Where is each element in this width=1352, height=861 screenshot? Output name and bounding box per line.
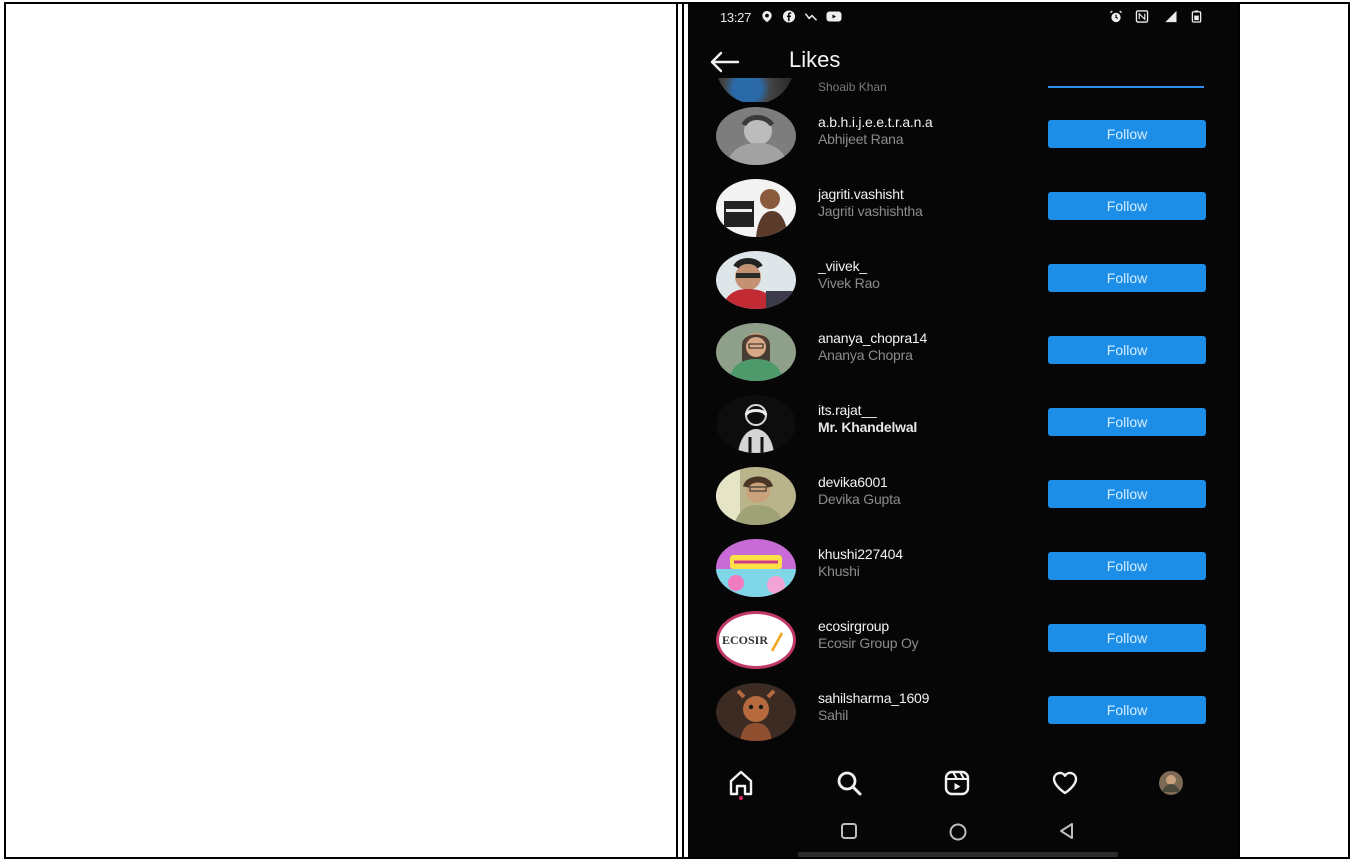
list-item[interactable]: devika6001 Devika Gupta Follow bbox=[688, 462, 1238, 534]
list-item[interactable]: ECOSIR ecosirgroup Ecosir Group Oy Follo… bbox=[688, 606, 1238, 678]
username[interactable]: khushi227404 bbox=[818, 546, 903, 562]
list-item[interactable]: its.rajat__ Mr. Khandelwal Follow bbox=[688, 390, 1238, 462]
follow-button[interactable]: Follow bbox=[1048, 192, 1206, 220]
recents-button[interactable] bbox=[840, 822, 858, 840]
list-item-partial[interactable]: Shoaib Khan bbox=[688, 78, 1238, 102]
gesture-bar bbox=[798, 852, 1118, 857]
avatar[interactable] bbox=[716, 179, 796, 237]
bottom-navigation bbox=[688, 762, 1238, 806]
username[interactable]: ecosirgroup bbox=[818, 618, 889, 634]
reels-icon[interactable] bbox=[942, 768, 972, 798]
username[interactable]: a.b.h.i.j.e.e.t.r.a.n.a bbox=[818, 114, 933, 130]
follow-button[interactable]: Follow bbox=[1048, 480, 1206, 508]
page-title: Likes bbox=[789, 47, 841, 72]
list-item[interactable]: ananya_chopra14 Ananya Chopra Follow bbox=[688, 318, 1238, 390]
fullname: Sahil bbox=[818, 707, 849, 723]
avatar[interactable] bbox=[716, 395, 796, 453]
home-active-dot bbox=[739, 796, 743, 800]
system-navigation bbox=[688, 810, 1238, 852]
avatar[interactable] bbox=[716, 683, 796, 741]
table-divider bbox=[1238, 4, 1240, 857]
table-divider bbox=[682, 4, 684, 857]
fullname: Vivek Rao bbox=[818, 275, 880, 291]
avatar[interactable] bbox=[716, 539, 796, 597]
follow-button[interactable]: Follow bbox=[1048, 624, 1206, 652]
heart-icon[interactable] bbox=[1050, 768, 1080, 798]
follow-button[interactable]: Follow bbox=[1048, 264, 1206, 292]
fullname: Ecosir Group Oy bbox=[818, 635, 919, 651]
back-button[interactable] bbox=[1058, 822, 1076, 840]
battery-icon bbox=[1191, 10, 1202, 23]
avatar-ecosir-logo[interactable]: ECOSIR bbox=[716, 611, 796, 669]
search-icon[interactable] bbox=[834, 768, 864, 798]
username[interactable]: _viivek_ bbox=[818, 258, 867, 274]
likes-list: a.b.h.i.j.e.e.t.r.a.n.a Abhijeet Rana Fo… bbox=[688, 102, 1238, 750]
list-item[interactable]: _viivek_ Vivek Rao Follow bbox=[688, 246, 1238, 318]
status-bar: 13:27 bbox=[688, 4, 1238, 32]
facebook-icon bbox=[782, 10, 796, 23]
fullname: Devika Gupta bbox=[818, 491, 901, 507]
missed-call-icon bbox=[804, 13, 818, 21]
username[interactable]: its.rajat__ bbox=[818, 402, 877, 418]
follow-button-partial[interactable] bbox=[1048, 86, 1204, 88]
ecosir-logo-text: ECOSIR bbox=[722, 633, 768, 647]
back-arrow-icon[interactable] bbox=[708, 48, 742, 76]
follow-button[interactable]: Follow bbox=[1048, 120, 1206, 148]
list-item[interactable]: jagriti.vashisht Jagriti vashishtha Foll… bbox=[688, 174, 1238, 246]
fullname: Abhijeet Rana bbox=[818, 131, 904, 147]
avatar[interactable] bbox=[716, 467, 796, 525]
location-icon bbox=[762, 10, 772, 23]
username[interactable]: jagriti.vashisht bbox=[818, 186, 904, 202]
phone-screenshot: 13:27 Likes Shoaib Khan a.b.h.i.j.e.e.t.… bbox=[688, 4, 1238, 857]
follow-button[interactable]: Follow bbox=[1048, 696, 1206, 724]
home-icon[interactable] bbox=[726, 768, 756, 798]
nfc-icon bbox=[1135, 10, 1149, 23]
avatar[interactable] bbox=[716, 323, 796, 381]
fullname: Khushi bbox=[818, 563, 860, 579]
status-time: 13:27 bbox=[720, 10, 752, 25]
alarm-icon bbox=[1109, 10, 1123, 23]
avatar[interactable] bbox=[716, 107, 796, 165]
fullname: Shoaib Khan bbox=[818, 80, 887, 94]
list-item[interactable]: sahilsharma_1609 Sahil Follow bbox=[688, 678, 1238, 750]
table-divider bbox=[676, 4, 678, 857]
username[interactable]: sahilsharma_1609 bbox=[818, 690, 929, 706]
follow-button[interactable]: Follow bbox=[1048, 336, 1206, 364]
youtube-icon bbox=[826, 11, 842, 22]
follow-button[interactable]: Follow bbox=[1048, 552, 1206, 580]
fullname: Ananya Chopra bbox=[818, 347, 913, 363]
username[interactable]: ananya_chopra14 bbox=[818, 330, 927, 346]
list-item[interactable]: khushi227404 Khushi Follow bbox=[688, 534, 1238, 606]
follow-button[interactable]: Follow bbox=[1048, 408, 1206, 436]
list-item[interactable]: a.b.h.i.j.e.e.t.r.a.n.a Abhijeet Rana Fo… bbox=[688, 102, 1238, 174]
fullname: Mr. Khandelwal bbox=[818, 419, 918, 435]
avatar[interactable] bbox=[716, 78, 794, 102]
fullname: Jagriti vashishtha bbox=[818, 203, 923, 219]
likes-header: Likes bbox=[688, 44, 1238, 80]
avatar[interactable] bbox=[716, 251, 796, 309]
username[interactable]: devika6001 bbox=[818, 474, 888, 490]
signal-icon bbox=[1165, 10, 1177, 23]
profile-avatar[interactable] bbox=[1156, 768, 1186, 798]
home-button[interactable] bbox=[948, 822, 968, 842]
